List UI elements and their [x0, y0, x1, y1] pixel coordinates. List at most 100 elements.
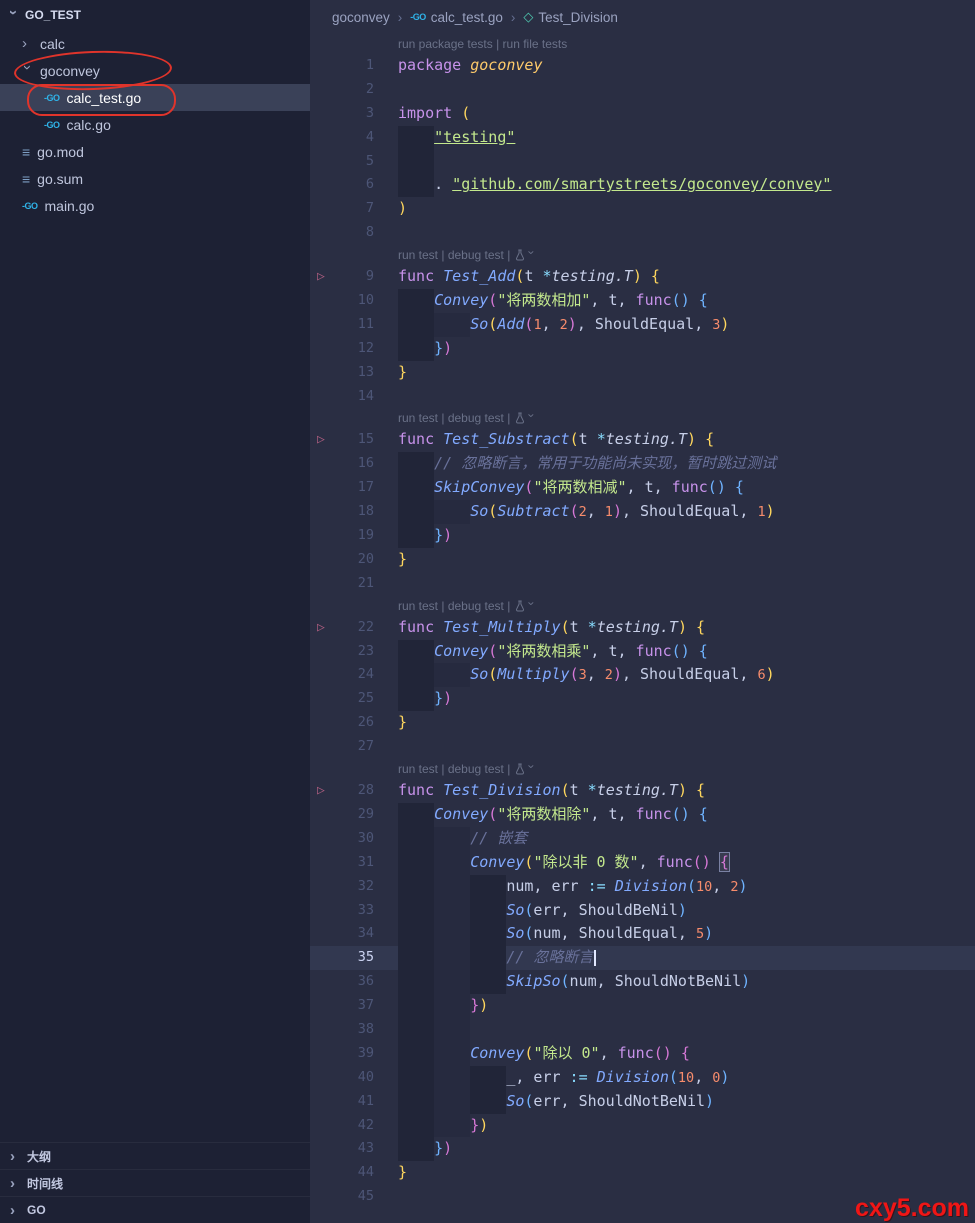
codelens-run-test[interactable]: run test: [398, 411, 438, 425]
indent-guide: [398, 312, 435, 337]
codelens-run-test[interactable]: run test: [398, 762, 438, 776]
code-text: }): [398, 994, 488, 1018]
code-line[interactable]: 36 SkipSo(num, ShouldNotBeNil): [310, 970, 975, 995]
run-test-icon[interactable]: ▷: [317, 779, 325, 803]
line-number: 10: [357, 292, 374, 309]
code-token: {: [696, 781, 706, 800]
code-line[interactable]: 42}): [310, 1113, 975, 1138]
code-token: So: [470, 665, 489, 684]
breadcrumb-item-Test_Division[interactable]: ◇ Test_Division: [523, 9, 618, 25]
code-line[interactable]: ▷ 22 func Test_Multiply(t *testing.T) {: [310, 616, 975, 640]
code-line[interactable]: ▷ 15 func Test_Substract(t *testing.T) {: [310, 428, 975, 452]
codelens-debug-test[interactable]: debug test: [448, 762, 504, 776]
code-line[interactable]: 7): [310, 197, 975, 221]
code-line[interactable]: 12}): [310, 336, 975, 361]
panel-header-GO[interactable]: › GO: [0, 1196, 310, 1223]
code-line[interactable]: 37}): [310, 994, 975, 1018]
code-line[interactable]: 21: [310, 572, 975, 596]
sidebar-item-goconvey[interactable]: › goconvey: [0, 57, 310, 84]
code-line[interactable]: 26}: [310, 711, 975, 735]
code-token: // 忽略断言，常用于功能尚未实现，暂时跳过测试: [434, 454, 777, 473]
code-line[interactable]: 32 num, err := Division(10, 2): [310, 874, 975, 899]
test-flask-icon[interactable]: [515, 763, 525, 775]
breadcrumb-item-calc_test-go[interactable]: -GO calc_test.go: [410, 10, 503, 25]
run-test-icon[interactable]: ▷: [317, 265, 325, 289]
code-line[interactable]: 8: [310, 221, 975, 245]
code-line[interactable]: 3 import (: [310, 102, 975, 126]
sidebar-item-calc[interactable]: › calc: [0, 30, 310, 57]
code-line[interactable]: 13}: [310, 361, 975, 385]
sidebar-item-go-sum[interactable]: ≡ go.sum: [0, 165, 310, 192]
code-line[interactable]: 24 So(Multiply(3, 2), ShouldEqual, 6): [310, 663, 975, 688]
code-line[interactable]: 2: [310, 78, 975, 102]
code-line[interactable]: 19}): [310, 524, 975, 548]
sidebar-item-main-go[interactable]: -GO main.go: [0, 192, 310, 219]
indent-guide: [398, 336, 435, 361]
codelens-debug-test[interactable]: debug test: [448, 248, 504, 262]
panel-header-大纲[interactable]: › 大纲: [0, 1142, 310, 1169]
code-line[interactable]: 16 // 忽略断言，常用于功能尚未实现，暂时跳过测试: [310, 452, 975, 477]
code-line[interactable]: 6. "github.com/smartystreets/goconvey/co…: [310, 173, 975, 198]
code-token: ): [704, 924, 714, 943]
code-area[interactable]: run package tests | run file tests 1 packa…: [310, 34, 975, 1209]
code-line[interactable]: 30 // 嵌套: [310, 826, 975, 851]
code-text: }: [398, 711, 407, 735]
code-line[interactable]: 4 "testing": [310, 125, 975, 150]
codelens-run-test[interactable]: run test: [398, 248, 438, 262]
code-line[interactable]: 1 package goconvey: [310, 54, 975, 78]
codelens-run-package-tests[interactable]: run package tests: [398, 37, 493, 51]
code-token: num, err: [506, 876, 588, 895]
codelens-debug-test[interactable]: debug test: [448, 411, 504, 425]
test-flask-icon[interactable]: [515, 600, 525, 612]
code-line[interactable]: 25}): [310, 687, 975, 712]
code-line[interactable]: 31 Convey("除以非 0 数", func() {: [310, 850, 975, 875]
sidebar-item-go-mod[interactable]: ≡ go.mod: [0, 138, 310, 165]
code-line[interactable]: 44}: [310, 1161, 975, 1185]
code-line[interactable]: 38: [310, 1017, 975, 1042]
code-line[interactable]: 41 So(err, ShouldNotBeNil): [310, 1089, 975, 1114]
workspace-root-label: GO_TEST: [25, 8, 82, 22]
code-line[interactable]: 18 So(Subtract(2, 1), ShouldEqual, 1): [310, 500, 975, 525]
code-line[interactable]: 10 Convey("将两数相加", t, func() {: [310, 289, 975, 313]
code-line[interactable]: 11 So(Add(1, 2), ShouldEqual, 3): [310, 312, 975, 337]
code-line[interactable]: 40 _, err := Division(10, 0): [310, 1065, 975, 1090]
code-text: Convey("将两数相加", t, func() {: [398, 289, 708, 313]
code-line[interactable]: ▷ 28 func Test_Division(t *testing.T) {: [310, 779, 975, 803]
panel-header-时间线[interactable]: › 时间线: [0, 1169, 310, 1196]
chevron-down-icon[interactable]: ›: [524, 414, 538, 423]
code-line[interactable]: 35 // 忽略断言: [310, 946, 975, 971]
indent-guide: [398, 850, 435, 875]
sidebar-item-calc-go[interactable]: -GO calc.go: [0, 111, 310, 138]
chevron-down-icon[interactable]: ›: [524, 601, 538, 610]
code-line[interactable]: 43}): [310, 1137, 975, 1162]
code-line[interactable]: 34 So(num, ShouldEqual, 5): [310, 922, 975, 947]
test-flask-icon[interactable]: [515, 412, 525, 424]
test-flask-icon[interactable]: [515, 249, 525, 261]
chevron-down-icon[interactable]: ›: [524, 251, 538, 260]
sidebar-item-calc_test-go[interactable]: -GO calc_test.go: [0, 84, 310, 111]
codelens-run-test[interactable]: run test: [398, 599, 438, 613]
code-token: So: [506, 900, 525, 919]
code-line[interactable]: 20}: [310, 548, 975, 572]
code-line[interactable]: 14: [310, 385, 975, 409]
run-test-icon[interactable]: ▷: [317, 428, 325, 452]
code-line[interactable]: 33 So(err, ShouldBeNil): [310, 898, 975, 923]
breadcrumb-item-goconvey[interactable]: goconvey: [332, 10, 390, 25]
code-token: *: [542, 267, 552, 286]
code-token: ): [738, 876, 748, 895]
code-line[interactable]: 27: [310, 735, 975, 759]
code-token: 2: [578, 504, 587, 521]
code-line[interactable]: 39 Convey("除以 0", func() {: [310, 1041, 975, 1066]
indent-guide: [434, 850, 471, 875]
code-line[interactable]: 29 Convey("将两数相除", t, func() {: [310, 802, 975, 827]
workspace-root-header[interactable]: › GO_TEST: [0, 0, 310, 30]
chevron-down-icon[interactable]: ›: [524, 765, 538, 774]
codelens-debug-test[interactable]: debug test: [448, 599, 504, 613]
codelens-run-file-tests[interactable]: run file tests: [503, 37, 568, 51]
line-number: 34: [357, 925, 374, 942]
code-line[interactable]: 23 Convey("将两数相乘", t, func() {: [310, 639, 975, 664]
code-line[interactable]: ▷ 9 func Test_Add(t *testing.T) {: [310, 265, 975, 289]
run-test-icon[interactable]: ▷: [317, 616, 325, 640]
code-line[interactable]: 5: [310, 149, 975, 174]
code-line[interactable]: 17 SkipConvey("将两数相减", t, func() {: [310, 476, 975, 501]
